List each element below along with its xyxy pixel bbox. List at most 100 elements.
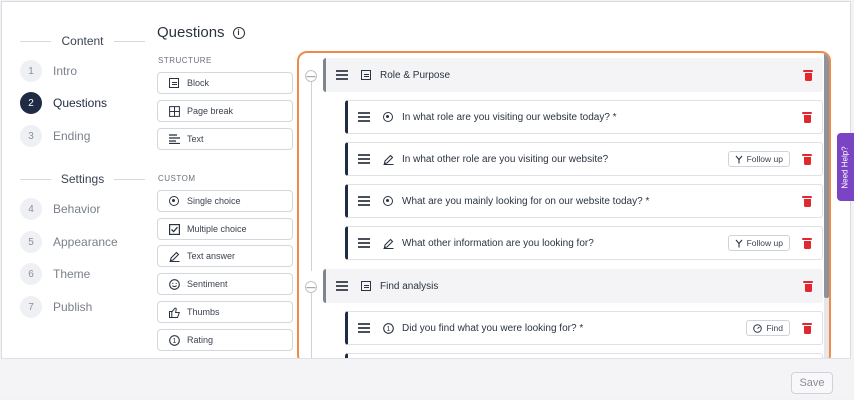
palette-label: Sentiment	[187, 279, 228, 289]
text-icon	[168, 133, 180, 145]
question-text: Did you find what you were looking for? …	[402, 322, 584, 334]
question-text: What are you mainly looking for on our w…	[402, 195, 650, 207]
gauge-icon	[753, 323, 763, 333]
custom-heading: CUSTOM	[158, 174, 196, 183]
need-help-tab[interactable]: Need Help?	[837, 133, 854, 201]
drag-handle-icon[interactable]	[336, 70, 348, 80]
question-row[interactable]: What other information are you looking f…	[345, 226, 823, 260]
palette-label: Page break	[187, 106, 234, 116]
pencil-icon	[382, 153, 394, 165]
block-icon	[360, 280, 372, 292]
collapse-block-toggle[interactable]: —	[305, 70, 317, 82]
add-page-break-button[interactable]: Page break	[157, 100, 293, 122]
collapse-block-toggle[interactable]: —	[305, 281, 317, 293]
step-number: 6	[20, 263, 42, 285]
question-builder[interactable]: — Role & Purpose In what role are you vi…	[297, 51, 831, 365]
add-thumbs-button[interactable]: Thumbs	[157, 301, 293, 323]
step-theme[interactable]: 6 Theme	[20, 263, 90, 285]
step-behavior[interactable]: 4 Behavior	[20, 198, 100, 220]
delete-icon[interactable]	[803, 280, 813, 292]
drag-handle-icon[interactable]	[358, 196, 370, 206]
checkbox-icon	[168, 223, 180, 235]
drag-handle-icon[interactable]	[358, 154, 370, 164]
rating-icon: 1	[168, 334, 180, 346]
drag-handle-icon[interactable]	[336, 281, 348, 291]
step-publish[interactable]: 7 Publish	[20, 296, 92, 318]
block-row[interactable]: Find analysis	[323, 269, 823, 303]
step-label: Publish	[53, 300, 93, 314]
scrollbar-track[interactable]	[824, 53, 829, 363]
step-ending[interactable]: 3 Ending	[20, 125, 90, 147]
step-label: Behavior	[53, 202, 101, 216]
delete-icon[interactable]	[802, 322, 812, 334]
step-label: Questions	[53, 96, 108, 110]
question-row[interactable]: In what role are you visiting our websit…	[345, 100, 823, 134]
step-number: 5	[20, 231, 42, 253]
step-number: 3	[20, 125, 42, 147]
page-title: Questions i	[157, 24, 245, 41]
block-row[interactable]: Role & Purpose	[323, 58, 823, 92]
step-number: 7	[20, 296, 42, 318]
follow-up-tag[interactable]: Follow up	[727, 151, 790, 167]
rating-icon: 1	[382, 322, 394, 334]
add-text-answer-button[interactable]: Text answer	[157, 245, 293, 267]
follow-up-tag[interactable]: Follow up	[727, 235, 790, 251]
branch-icon	[735, 239, 743, 247]
page-break-icon	[168, 105, 180, 117]
add-block-button[interactable]: Block	[157, 72, 293, 94]
question-row[interactable]: In what other role are you visiting our …	[345, 142, 823, 176]
block-icon	[168, 77, 180, 89]
question-row[interactable]: What are you mainly looking for on our w…	[345, 184, 823, 218]
step-intro[interactable]: 1 Intro	[20, 60, 77, 82]
palette-label: Text answer	[187, 251, 236, 261]
block-title: Role & Purpose	[380, 69, 451, 81]
drag-handle-icon[interactable]	[358, 238, 370, 248]
info-icon[interactable]: i	[232, 26, 245, 39]
question-row[interactable]: 1 Did you find what you were looking for…	[345, 311, 823, 345]
single-choice-icon	[168, 195, 180, 207]
drag-handle-icon[interactable]	[358, 112, 370, 122]
structure-heading: STRUCTURE	[158, 56, 212, 65]
block-icon	[360, 69, 372, 81]
palette-label: Rating	[187, 335, 214, 345]
scrollbar-thumb[interactable]	[824, 53, 829, 298]
step-label: Theme	[53, 267, 91, 281]
block-title: Find analysis	[380, 280, 439, 292]
page-title-text: Questions	[157, 24, 225, 41]
smiley-icon	[168, 278, 180, 290]
svg-text:1: 1	[172, 338, 176, 345]
step-number: 4	[20, 198, 42, 220]
palette-label: Block	[187, 78, 210, 88]
add-text-button[interactable]: Text	[157, 128, 293, 150]
step-questions[interactable]: 2 Questions	[20, 92, 107, 114]
footer-bar: Save	[1, 358, 851, 397]
delete-icon[interactable]	[802, 237, 812, 249]
delete-icon[interactable]	[802, 153, 812, 165]
find-tag[interactable]: Find	[746, 320, 790, 336]
drag-handle-icon[interactable]	[358, 323, 370, 333]
need-help-label: Need Help?	[841, 145, 850, 189]
delete-icon[interactable]	[802, 195, 812, 207]
step-label: Ending	[53, 129, 91, 143]
step-appearance[interactable]: 5 Appearance	[20, 231, 118, 253]
single-choice-icon	[382, 111, 394, 123]
add-sentiment-button[interactable]: Sentiment	[157, 273, 293, 295]
pencil-icon	[168, 250, 180, 262]
add-rating-button[interactable]: 1 Rating	[157, 329, 293, 351]
palette-label: Thumbs	[187, 307, 220, 317]
palette-label: Single choice	[187, 196, 241, 206]
tag-label: Follow up	[746, 238, 783, 248]
save-button[interactable]: Save	[791, 372, 833, 394]
tag-label: Follow up	[746, 154, 783, 164]
add-multiple-choice-button[interactable]: Multiple choice	[157, 218, 293, 240]
settings-section-heading: Settings	[20, 172, 146, 186]
branch-icon	[735, 155, 743, 163]
question-text: In what other role are you visiting our …	[402, 153, 609, 165]
question-text: In what role are you visiting our websit…	[402, 111, 617, 123]
add-single-choice-button[interactable]: Single choice	[157, 190, 293, 212]
delete-icon[interactable]	[803, 69, 813, 81]
step-label: Appearance	[53, 235, 118, 249]
pencil-icon	[382, 237, 394, 249]
tag-label: Find	[766, 323, 783, 333]
delete-icon[interactable]	[802, 111, 812, 123]
